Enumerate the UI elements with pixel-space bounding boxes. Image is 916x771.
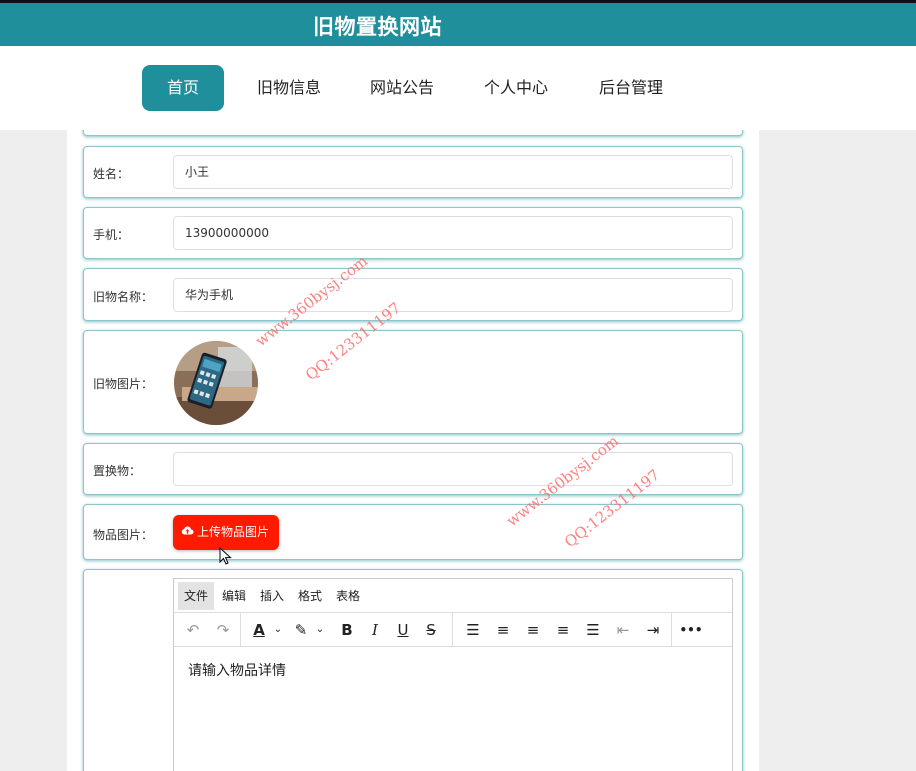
- rich-text-editor: 文件 编辑 插入 格式 表格 ↶ ↷ A ⌄ ✎ ⌄ B I U S ☰ ≡ ≡…: [173, 578, 733, 771]
- form-row-details: 文件 编辑 插入 格式 表格 ↶ ↷ A ⌄ ✎ ⌄ B I U S ☰ ≡ ≡…: [83, 569, 743, 771]
- menu-file[interactable]: 文件: [178, 582, 215, 610]
- upload-product-image-button[interactable]: 上传物品图片: [173, 515, 279, 550]
- cloud-upload-icon: [181, 515, 194, 550]
- text-color-icon[interactable]: A: [248, 617, 270, 643]
- nav-home[interactable]: 首页: [142, 65, 224, 111]
- menu-insert[interactable]: 插入: [254, 582, 290, 610]
- nav-personal-center[interactable]: 个人中心: [475, 65, 557, 111]
- name-input[interactable]: 小王: [173, 155, 733, 189]
- item-photo: [174, 341, 258, 425]
- undo-icon[interactable]: ↶: [182, 617, 204, 643]
- details-textarea[interactable]: 请输入物品详情: [174, 647, 732, 693]
- align-justify-icon[interactable]: ☰: [582, 617, 604, 643]
- product-image-label: 物品图片：: [93, 528, 154, 542]
- main-content: 姓名： 小王 手机： 13900000000 旧物名称： 华为手机 旧物图片：: [67, 130, 759, 771]
- more-icon[interactable]: •••: [678, 617, 704, 643]
- bold-icon[interactable]: B: [336, 617, 358, 643]
- outdent-icon[interactable]: ⇤: [612, 617, 634, 643]
- mouse-cursor-icon: [219, 547, 232, 565]
- site-title: 旧物置换网站: [313, 15, 442, 39]
- form-row-item-name: 旧物名称： 华为手机: [83, 268, 743, 321]
- form-row-product-image: 物品图片： 上传物品图片: [83, 504, 743, 560]
- editor-toolbar: ↶ ↷ A ⌄ ✎ ⌄ B I U S ☰ ≡ ≡ ≡ ☰ ⇤ ⇥ •••: [174, 613, 732, 647]
- form-row-item-image: 旧物图片：: [83, 330, 743, 434]
- highlight-color-icon[interactable]: ✎: [290, 617, 312, 643]
- phone-label: 手机：: [93, 228, 130, 242]
- redo-icon[interactable]: ↷: [212, 617, 234, 643]
- item-name-input[interactable]: 华为手机: [173, 278, 733, 312]
- form-row-prev: [83, 130, 743, 136]
- strikethrough-icon[interactable]: S: [420, 617, 442, 643]
- align-left-icon[interactable]: ≡: [492, 617, 514, 643]
- menu-format[interactable]: 格式: [292, 582, 328, 610]
- chevron-down-icon[interactable]: ⌄: [314, 617, 326, 643]
- exchange-label: 置换物：: [93, 464, 142, 478]
- line-height-icon[interactable]: ☰: [462, 617, 484, 643]
- name-label: 姓名：: [93, 167, 130, 181]
- align-right-icon[interactable]: ≡: [552, 617, 574, 643]
- underline-icon[interactable]: U: [392, 617, 414, 643]
- menu-edit[interactable]: 编辑: [216, 582, 252, 610]
- phone-input[interactable]: 13900000000: [173, 216, 733, 250]
- toolbar-divider: [240, 613, 241, 647]
- item-image-label: 旧物图片：: [93, 377, 154, 391]
- toolbar-divider: [452, 613, 453, 647]
- chevron-down-icon[interactable]: ⌄: [272, 617, 284, 643]
- nav-announcements[interactable]: 网站公告: [361, 65, 443, 111]
- indent-icon[interactable]: ⇥: [642, 617, 664, 643]
- toolbar-divider: [671, 613, 672, 647]
- upload-button-label: 上传物品图片: [197, 525, 270, 539]
- main-nav: 首页 旧物信息 网站公告 个人中心 后台管理: [0, 46, 916, 130]
- menu-table[interactable]: 表格: [330, 582, 366, 610]
- italic-icon[interactable]: I: [364, 617, 386, 643]
- editor-menubar: 文件 编辑 插入 格式 表格: [174, 579, 732, 613]
- align-center-icon[interactable]: ≡: [522, 617, 544, 643]
- form-row-phone: 手机： 13900000000: [83, 207, 743, 259]
- phone-photo-image: [174, 341, 258, 425]
- nav-admin[interactable]: 后台管理: [590, 65, 672, 111]
- top-bar: 旧物置换网站: [0, 0, 916, 46]
- item-name-label: 旧物名称：: [93, 290, 154, 304]
- form-row-name: 姓名： 小王: [83, 146, 743, 198]
- nav-item-info[interactable]: 旧物信息: [248, 65, 330, 111]
